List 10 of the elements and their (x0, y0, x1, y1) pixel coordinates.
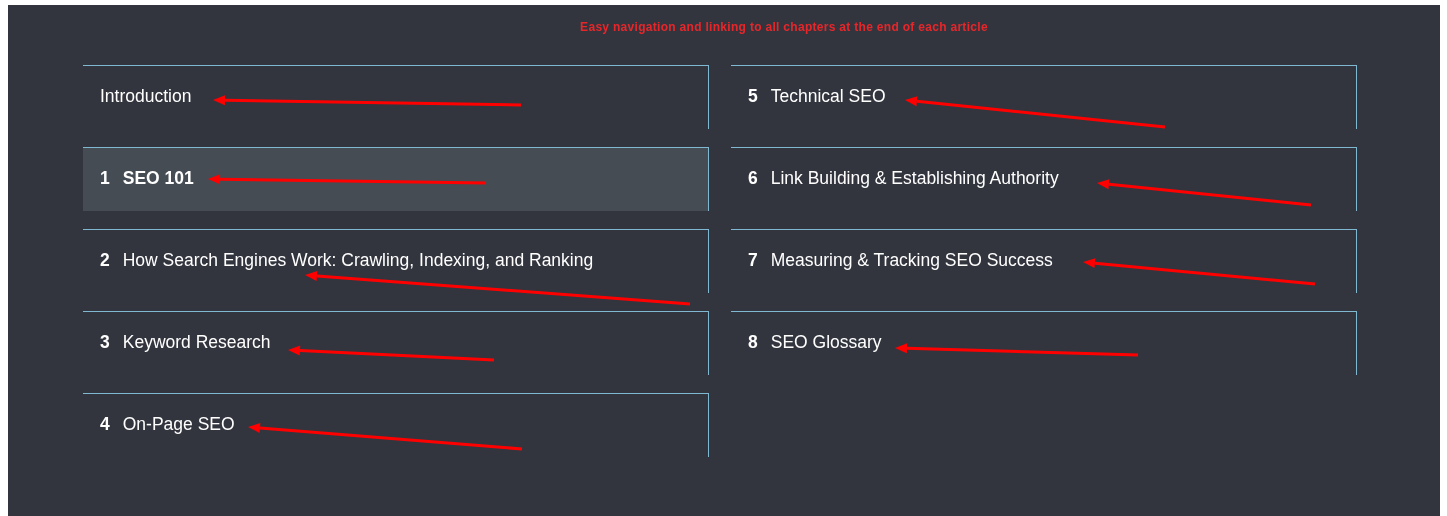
chapter-link[interactable]: Introduction (83, 65, 709, 129)
chapter-link[interactable]: 1 SEO 101 (83, 147, 709, 211)
annotation-caption: Easy navigation and linking to all chapters at the end of each article (579, 20, 989, 35)
chapter-link[interactable]: 8 SEO Glossary (731, 311, 1357, 375)
chapter-link[interactable]: 3 Keyword Research (83, 311, 709, 375)
chapter-link[interactable]: 5 Technical SEO (731, 65, 1357, 129)
chapter-link[interactable]: 2 How Search Engines Work: Crawling, Indexing, and Ranking (83, 229, 709, 293)
chapter-link[interactable]: 7 Measuring & Tracking SEO Success (731, 229, 1357, 293)
chapter-link[interactable]: 4 On-Page SEO (83, 393, 709, 457)
chapter-link[interactable]: 6 Link Building & Establishing Authority (731, 147, 1357, 211)
